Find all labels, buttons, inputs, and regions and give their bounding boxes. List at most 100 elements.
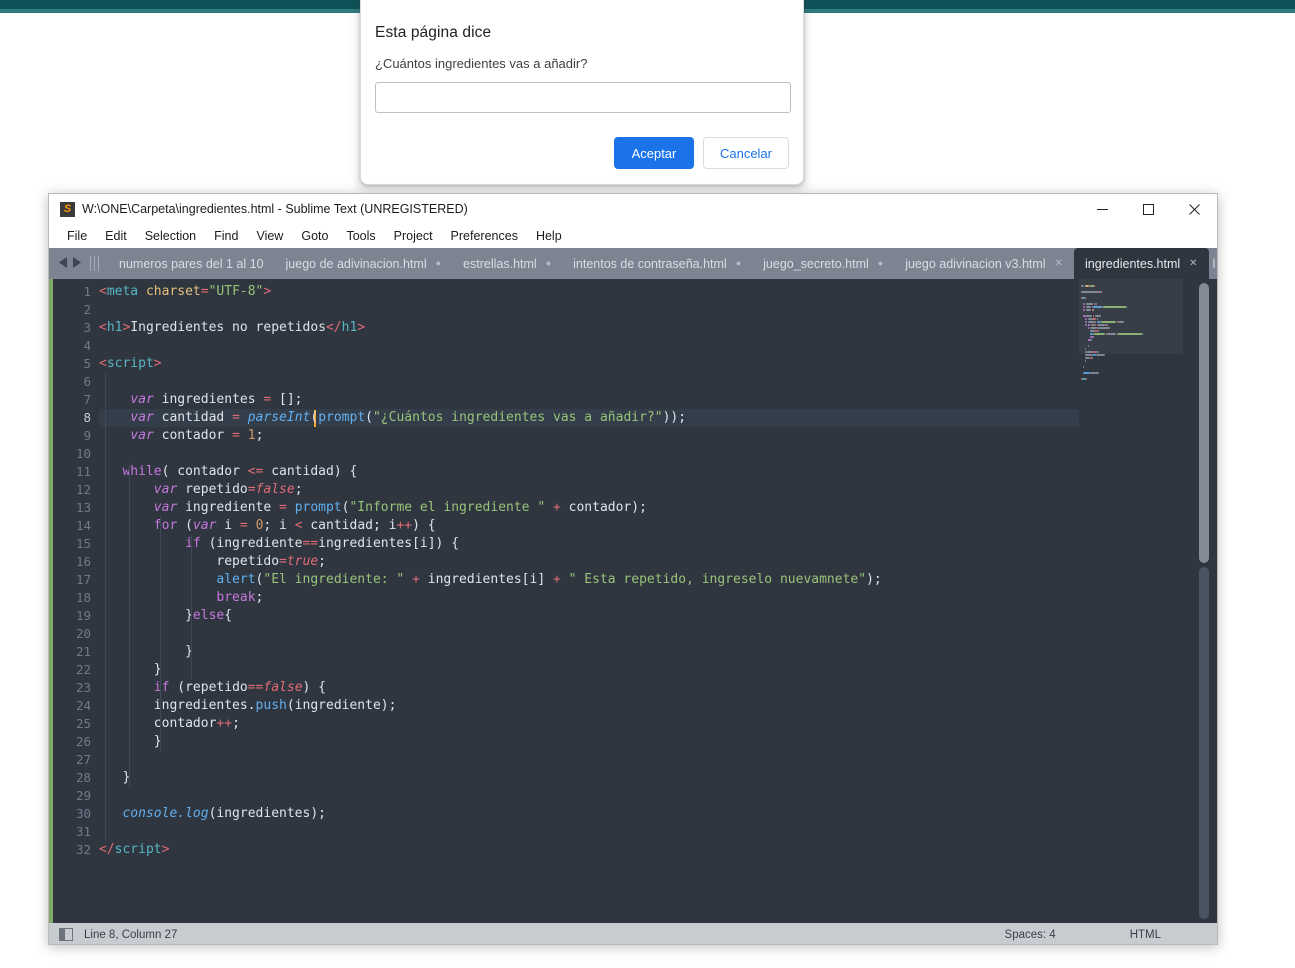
accept-button[interactable]: Aceptar (613, 137, 694, 169)
tab-ingredientes[interactable]: ingredientes.html (1073, 248, 1209, 279)
code-line: alert("El ingrediente: " + ingredientes[… (216, 572, 882, 587)
line-number: 10 (75, 446, 91, 461)
line-number: 3 (83, 320, 91, 335)
window-title: W:\ONE\Carpeta\ingredientes.html - Subli… (82, 202, 468, 216)
code-line: }else{ (99, 608, 233, 623)
code-line: var contador = 1; (130, 428, 264, 443)
minimize-icon[interactable] (1079, 194, 1125, 224)
tab-dirty-dot-icon[interactable] (736, 258, 741, 269)
tab-intentos-de-contrasena[interactable]: intentos de contraseña.html (562, 248, 753, 279)
tab-label: juego_secreto.html (763, 256, 869, 271)
tab-numeros-pares[interactable]: numeros pares del 1 al 10 (108, 248, 275, 279)
tab-label: ingredientes.html (1084, 256, 1181, 271)
indent-guide (129, 463, 130, 787)
tab-close-icon[interactable] (1189, 258, 1197, 269)
sublime-app-icon: S (60, 202, 75, 217)
menu-file[interactable]: File (58, 227, 96, 245)
menu-edit[interactable]: Edit (96, 227, 136, 245)
status-indentation[interactable]: Spaces: 4 (1005, 929, 1056, 941)
code-line: repetido=true; (216, 554, 326, 569)
tab-dirty-dot-icon[interactable] (546, 258, 551, 269)
menu-project[interactable]: Project (385, 227, 442, 245)
tab-juego-adivinacion-v3[interactable]: juego adivinacion v3.html (894, 248, 1074, 279)
line-number: 32 (75, 842, 91, 857)
menu-preferences[interactable]: Preferences (442, 227, 527, 245)
vertical-scrollbar-thumb-lower[interactable] (1199, 567, 1209, 919)
code-line: } (99, 734, 162, 749)
status-bar: Line 8, Column 27 Spaces: 4 HTML (49, 923, 1217, 944)
tab-dirty-dot-icon[interactable] (878, 258, 883, 269)
minimap[interactable] (1079, 279, 1183, 923)
dialog-prompt-input[interactable] (375, 82, 791, 113)
code-line: console.log(ingredientes); (122, 806, 326, 821)
line-number: 15 (75, 536, 91, 551)
line-number: 25 (75, 716, 91, 731)
menu-tools[interactable]: Tools (337, 227, 384, 245)
sublime-text-window: S W:\ONE\Carpeta\ingredientes.html - Sub… (48, 193, 1218, 945)
code-line: var ingredientes = []; (130, 392, 303, 407)
dialog-message: ¿Cuántos ingredientes vas a añadir? (375, 56, 588, 71)
line-number: 30 (75, 806, 91, 821)
line-number: 31 (75, 824, 91, 839)
vertical-scrollbar[interactable] (1183, 279, 1217, 923)
line-number: 4 (83, 338, 91, 353)
status-syntax-mode[interactable]: HTML (1130, 929, 1161, 941)
cancel-button[interactable]: Cancelar (702, 137, 789, 169)
code-line: var cantidad = parseInt(prompt("¿Cuántos… (130, 410, 687, 425)
maximize-icon[interactable] (1125, 194, 1171, 224)
tab-nav-arrows[interactable] (49, 248, 90, 279)
tab-estrellas[interactable]: estrellas.html (452, 248, 563, 279)
tab-next-arrow-icon[interactable] (73, 255, 82, 273)
tab-label: juego adivinacion v3.html (905, 256, 1046, 271)
tab-juego-de-adivinacion[interactable]: juego de adivinacion.html (274, 248, 453, 279)
tab-dirty-dot-icon[interactable] (436, 258, 441, 269)
menu-help[interactable]: Help (527, 227, 571, 245)
close-icon[interactable] (1171, 194, 1217, 224)
menu-goto[interactable]: Goto (292, 227, 337, 245)
code-line: </script> (99, 842, 170, 857)
tab-truncated[interactable]: l (1209, 248, 1217, 279)
code-line: contador++; (99, 716, 240, 731)
tab-label: estrellas.html (463, 256, 537, 271)
minimap-line (1091, 357, 1093, 359)
line-number: 12 (75, 482, 91, 497)
code-line: ingredientes.push(ingrediente); (99, 698, 397, 713)
menu-find[interactable]: Find (205, 227, 247, 245)
indent-guide (160, 517, 161, 751)
sidebar-toggle-icon[interactable] (59, 928, 73, 941)
dialog-button-row: Aceptar Cancelar (613, 137, 789, 169)
line-number: 22 (75, 662, 91, 677)
code-editor[interactable]: 1 2 3 4 5 6 7 8 9 10 11 12 13 14 15 16 17 18 19 20 21 22 23 24 2… (49, 279, 1217, 923)
tab-label: juego de adivinacion.html (285, 256, 427, 271)
line-number: 8 (83, 410, 91, 425)
javascript-prompt-dialog: Esta página dice ¿Cuántos ingredientes v… (360, 0, 804, 185)
tab-juego-secreto[interactable]: juego_secreto.html (752, 248, 895, 279)
menu-bar: File Edit Selection Find View Goto Tools… (49, 224, 1217, 248)
line-number: 13 (75, 500, 91, 515)
line-number: 6 (83, 374, 91, 389)
menu-selection[interactable]: Selection (136, 227, 205, 245)
minimap-line (1085, 378, 1087, 380)
tab-bar: numeros pares del 1 al 10 juego de adivi… (49, 248, 1217, 279)
vertical-scrollbar-thumb[interactable] (1199, 283, 1209, 563)
line-number: 27 (75, 752, 91, 767)
line-number: 11 (75, 464, 91, 479)
tab-bar-grip[interactable] (90, 248, 108, 279)
menu-view[interactable]: View (247, 227, 292, 245)
tab-close-icon[interactable] (1055, 258, 1063, 269)
tab-prev-arrow-icon[interactable] (59, 255, 68, 273)
line-number: 24 (75, 698, 91, 713)
line-number: 26 (75, 734, 91, 749)
code-line: <script> (99, 356, 162, 371)
line-number: 28 (75, 770, 91, 785)
code-line: break; (216, 590, 264, 605)
line-number: 2 (83, 302, 91, 317)
code-line: } (99, 662, 162, 677)
line-number: 19 (75, 608, 91, 623)
code-line: } (99, 644, 193, 659)
line-number: 9 (83, 428, 91, 443)
minimap-viewport[interactable] (1079, 279, 1183, 354)
code-text-area[interactable]: <meta charset="UTF-8"> <h1>Ingredientes n… (99, 279, 1129, 923)
line-number: 16 (75, 554, 91, 569)
line-number: 7 (83, 392, 91, 407)
